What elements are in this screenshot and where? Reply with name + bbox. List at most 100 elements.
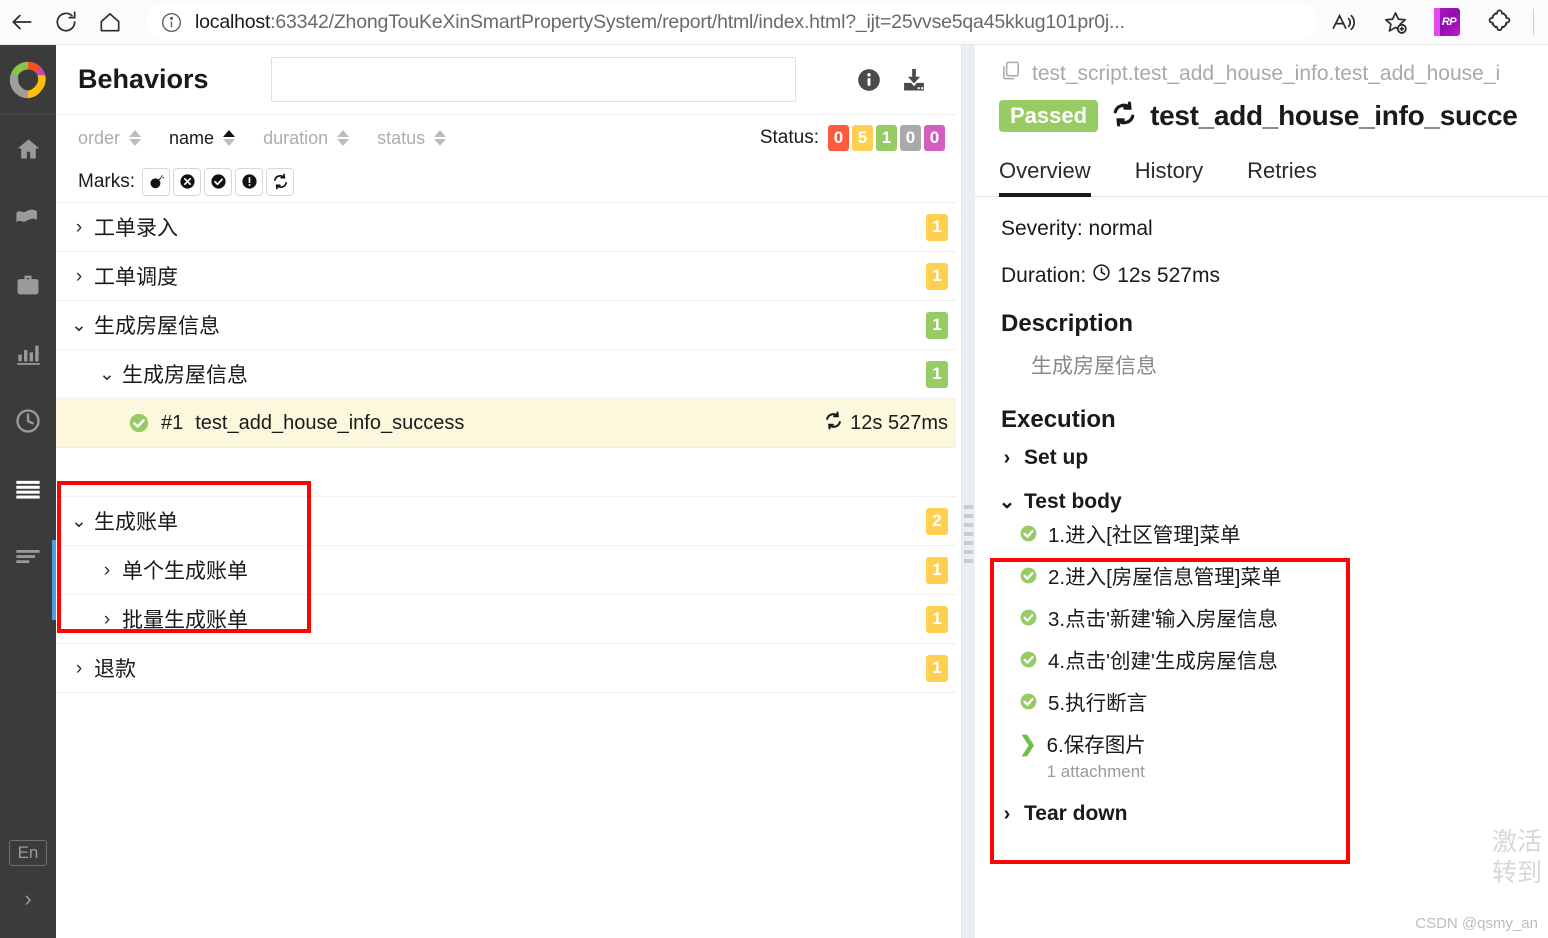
result-tabs: Overview History Retries <box>975 136 1548 197</box>
check-circle-icon[interactable] <box>204 168 232 196</box>
test-body-section[interactable]: ⌄ Test body <box>1001 490 1524 514</box>
extensions-puzzle-icon[interactable] <box>1473 0 1525 44</box>
retry-icon[interactable] <box>266 168 294 196</box>
chevron-right-icon: › <box>1001 448 1013 468</box>
tree-row-label: 生成房屋信息 <box>122 359 248 389</box>
sort-arrows-icon <box>129 130 141 146</box>
panel-splitter[interactable] <box>962 45 975 938</box>
header-actions <box>856 66 942 94</box>
status-count-broken[interactable]: 5 <box>852 125 873 151</box>
sort-duration[interactable]: duration <box>263 128 349 149</box>
sort-status-label: status <box>377 128 425 149</box>
home-icon[interactable] <box>88 0 132 44</box>
sidebar-item-behaviors[interactable] <box>0 455 56 523</box>
test-step[interactable]: 5.执行断言 <box>1019 692 1524 716</box>
check-circle-icon <box>1019 608 1038 632</box>
tab-retries[interactable]: Retries <box>1247 158 1339 196</box>
status-count-skipped[interactable]: 0 <box>900 125 921 151</box>
toolbar-divider <box>1533 9 1534 35</box>
read-aloud-icon[interactable] <box>1317 0 1369 44</box>
tree-row[interactable]: ⌄ 生成房屋信息 1 <box>56 301 962 350</box>
status-badge: Passed <box>999 100 1098 132</box>
x-circle-icon[interactable] <box>173 168 201 196</box>
chevron-right-icon[interactable]: › <box>72 659 86 678</box>
test-step[interactable]: 4.点击'创建'生成房屋信息 <box>1019 650 1524 674</box>
sidebar-item-categories[interactable] <box>0 183 56 251</box>
allure-logo-icon <box>0 45 56 115</box>
chevron-right-icon[interactable]: › <box>100 610 114 629</box>
marks-label: Marks: <box>78 171 135 193</box>
sort-name[interactable]: name <box>169 128 235 149</box>
behaviors-tree: › 工单录入 1 › 工单调度 1 ⌄ 生成房屋信息 1 ⌄ 生成房屋信息 1 … <box>56 203 962 693</box>
chevron-right-icon[interactable]: › <box>72 267 86 286</box>
sidebar-expand-icon[interactable]: › <box>0 886 56 912</box>
duration-line: Duration: 12s 527ms <box>1001 263 1524 288</box>
test-step-attachment[interactable]: ❯ 6.保存图片 1 attachment <box>1019 734 1524 782</box>
chevron-right-green-icon[interactable]: ❯ <box>1019 734 1037 755</box>
tree-row[interactable]: ⌄ 生成账单 2 <box>56 497 962 546</box>
sort-status[interactable]: status <box>377 128 446 149</box>
language-switcher[interactable]: En <box>0 840 56 866</box>
description-heading: Description <box>1001 310 1524 338</box>
tab-history[interactable]: History <box>1135 158 1225 196</box>
test-result-panel: test_script.test_add_house_info.test_add… <box>975 45 1548 938</box>
chevron-right-icon[interactable]: › <box>100 561 114 580</box>
download-export-icon[interactable] <box>900 66 928 94</box>
sort-bar: order name duration status Status: 0 5 1… <box>56 115 962 161</box>
reload-icon[interactable] <box>44 0 88 44</box>
tree-row[interactable]: › 工单调度 1 <box>56 252 962 301</box>
chevron-down-icon[interactable]: ⌄ <box>100 365 114 384</box>
setup-section[interactable]: › Set up <box>1001 446 1524 470</box>
add-favorite-icon[interactable] <box>1369 0 1421 44</box>
site-info-icon[interactable] <box>160 11 183 34</box>
tree-row[interactable]: › 批量生成账单 1 <box>56 595 962 644</box>
back-arrow-icon[interactable] <box>0 0 44 44</box>
windows-activation-watermark: 激活 转到 <box>1492 826 1542 889</box>
tree-row-test-case[interactable]: #1 test_add_house_info_success 12s 527ms <box>56 399 962 448</box>
tree-row-label: 工单调度 <box>94 261 178 291</box>
tree-row[interactable]: › 退款 1 <box>56 644 962 693</box>
test-step[interactable]: 2.进入[房屋信息管理]菜单 <box>1019 566 1524 590</box>
status-filter-label: Status: <box>760 127 819 149</box>
sidebar-item-graphs[interactable] <box>0 319 56 387</box>
tree-row[interactable]: ⌄ 生成房屋信息 1 <box>56 350 962 399</box>
sort-duration-label: duration <box>263 128 328 149</box>
bomb-icon[interactable] <box>142 168 170 196</box>
test-step[interactable]: 3.点击'新建'输入房屋信息 <box>1019 608 1524 632</box>
chevron-down-icon[interactable]: ⌄ <box>72 512 86 531</box>
exclamation-circle-icon[interactable] <box>235 168 263 196</box>
tree-row[interactable]: › 单个生成账单 1 <box>56 546 962 595</box>
sidebar-item-timeline[interactable] <box>0 387 56 455</box>
test-steps-list: 1.进入[社区管理]菜单 2.进入[房屋信息管理]菜单 3.点击'新建'输入房屋… <box>1001 524 1524 782</box>
tab-overview[interactable]: Overview <box>999 158 1113 196</box>
browser-actions: RP <box>1317 0 1548 44</box>
address-bar[interactable]: localhost:63342/ZhongTouKeXinSmartProper… <box>146 4 1317 40</box>
severity-line: Severity: normal <box>1001 217 1524 241</box>
csdn-watermark: CSDN @qsmy_an <box>1415 915 1538 932</box>
test-step-label: 1.进入[社区管理]菜单 <box>1048 524 1241 548</box>
chevron-right-icon[interactable]: › <box>72 218 86 237</box>
breadcrumb[interactable]: test_script.test_add_house_info.test_add… <box>975 45 1548 88</box>
status-count-failed[interactable]: 0 <box>828 125 849 151</box>
rp-extension-icon[interactable]: RP <box>1421 0 1473 44</box>
sidebar-item-overview[interactable] <box>0 115 56 183</box>
copy-icon[interactable] <box>999 59 1022 88</box>
app-sidebar: En › <box>0 45 56 938</box>
test-step[interactable]: 1.进入[社区管理]菜单 <box>1019 524 1524 548</box>
sort-order[interactable]: order <box>78 128 141 149</box>
info-icon[interactable] <box>856 67 882 93</box>
duration-text: 12s 527ms <box>850 412 948 435</box>
tree-row[interactable]: › 工单录入 1 <box>56 203 962 252</box>
search-input[interactable] <box>271 57 796 102</box>
teardown-section[interactable]: › Tear down <box>1001 802 1524 826</box>
url-host: localhost <box>195 11 270 33</box>
status-count-passed[interactable]: 1 <box>876 125 897 151</box>
tree-row-label: 工单录入 <box>94 212 178 242</box>
chevron-down-icon[interactable]: ⌄ <box>72 316 86 335</box>
sidebar-item-suites[interactable] <box>0 251 56 319</box>
execution-heading: Execution <box>1001 406 1524 434</box>
status-count-unknown[interactable]: 0 <box>924 125 945 151</box>
test-case-duration: 12s 527ms <box>824 411 948 436</box>
attachment-count: 1 attachment <box>1047 762 1146 782</box>
sidebar-item-packages[interactable] <box>0 523 56 591</box>
